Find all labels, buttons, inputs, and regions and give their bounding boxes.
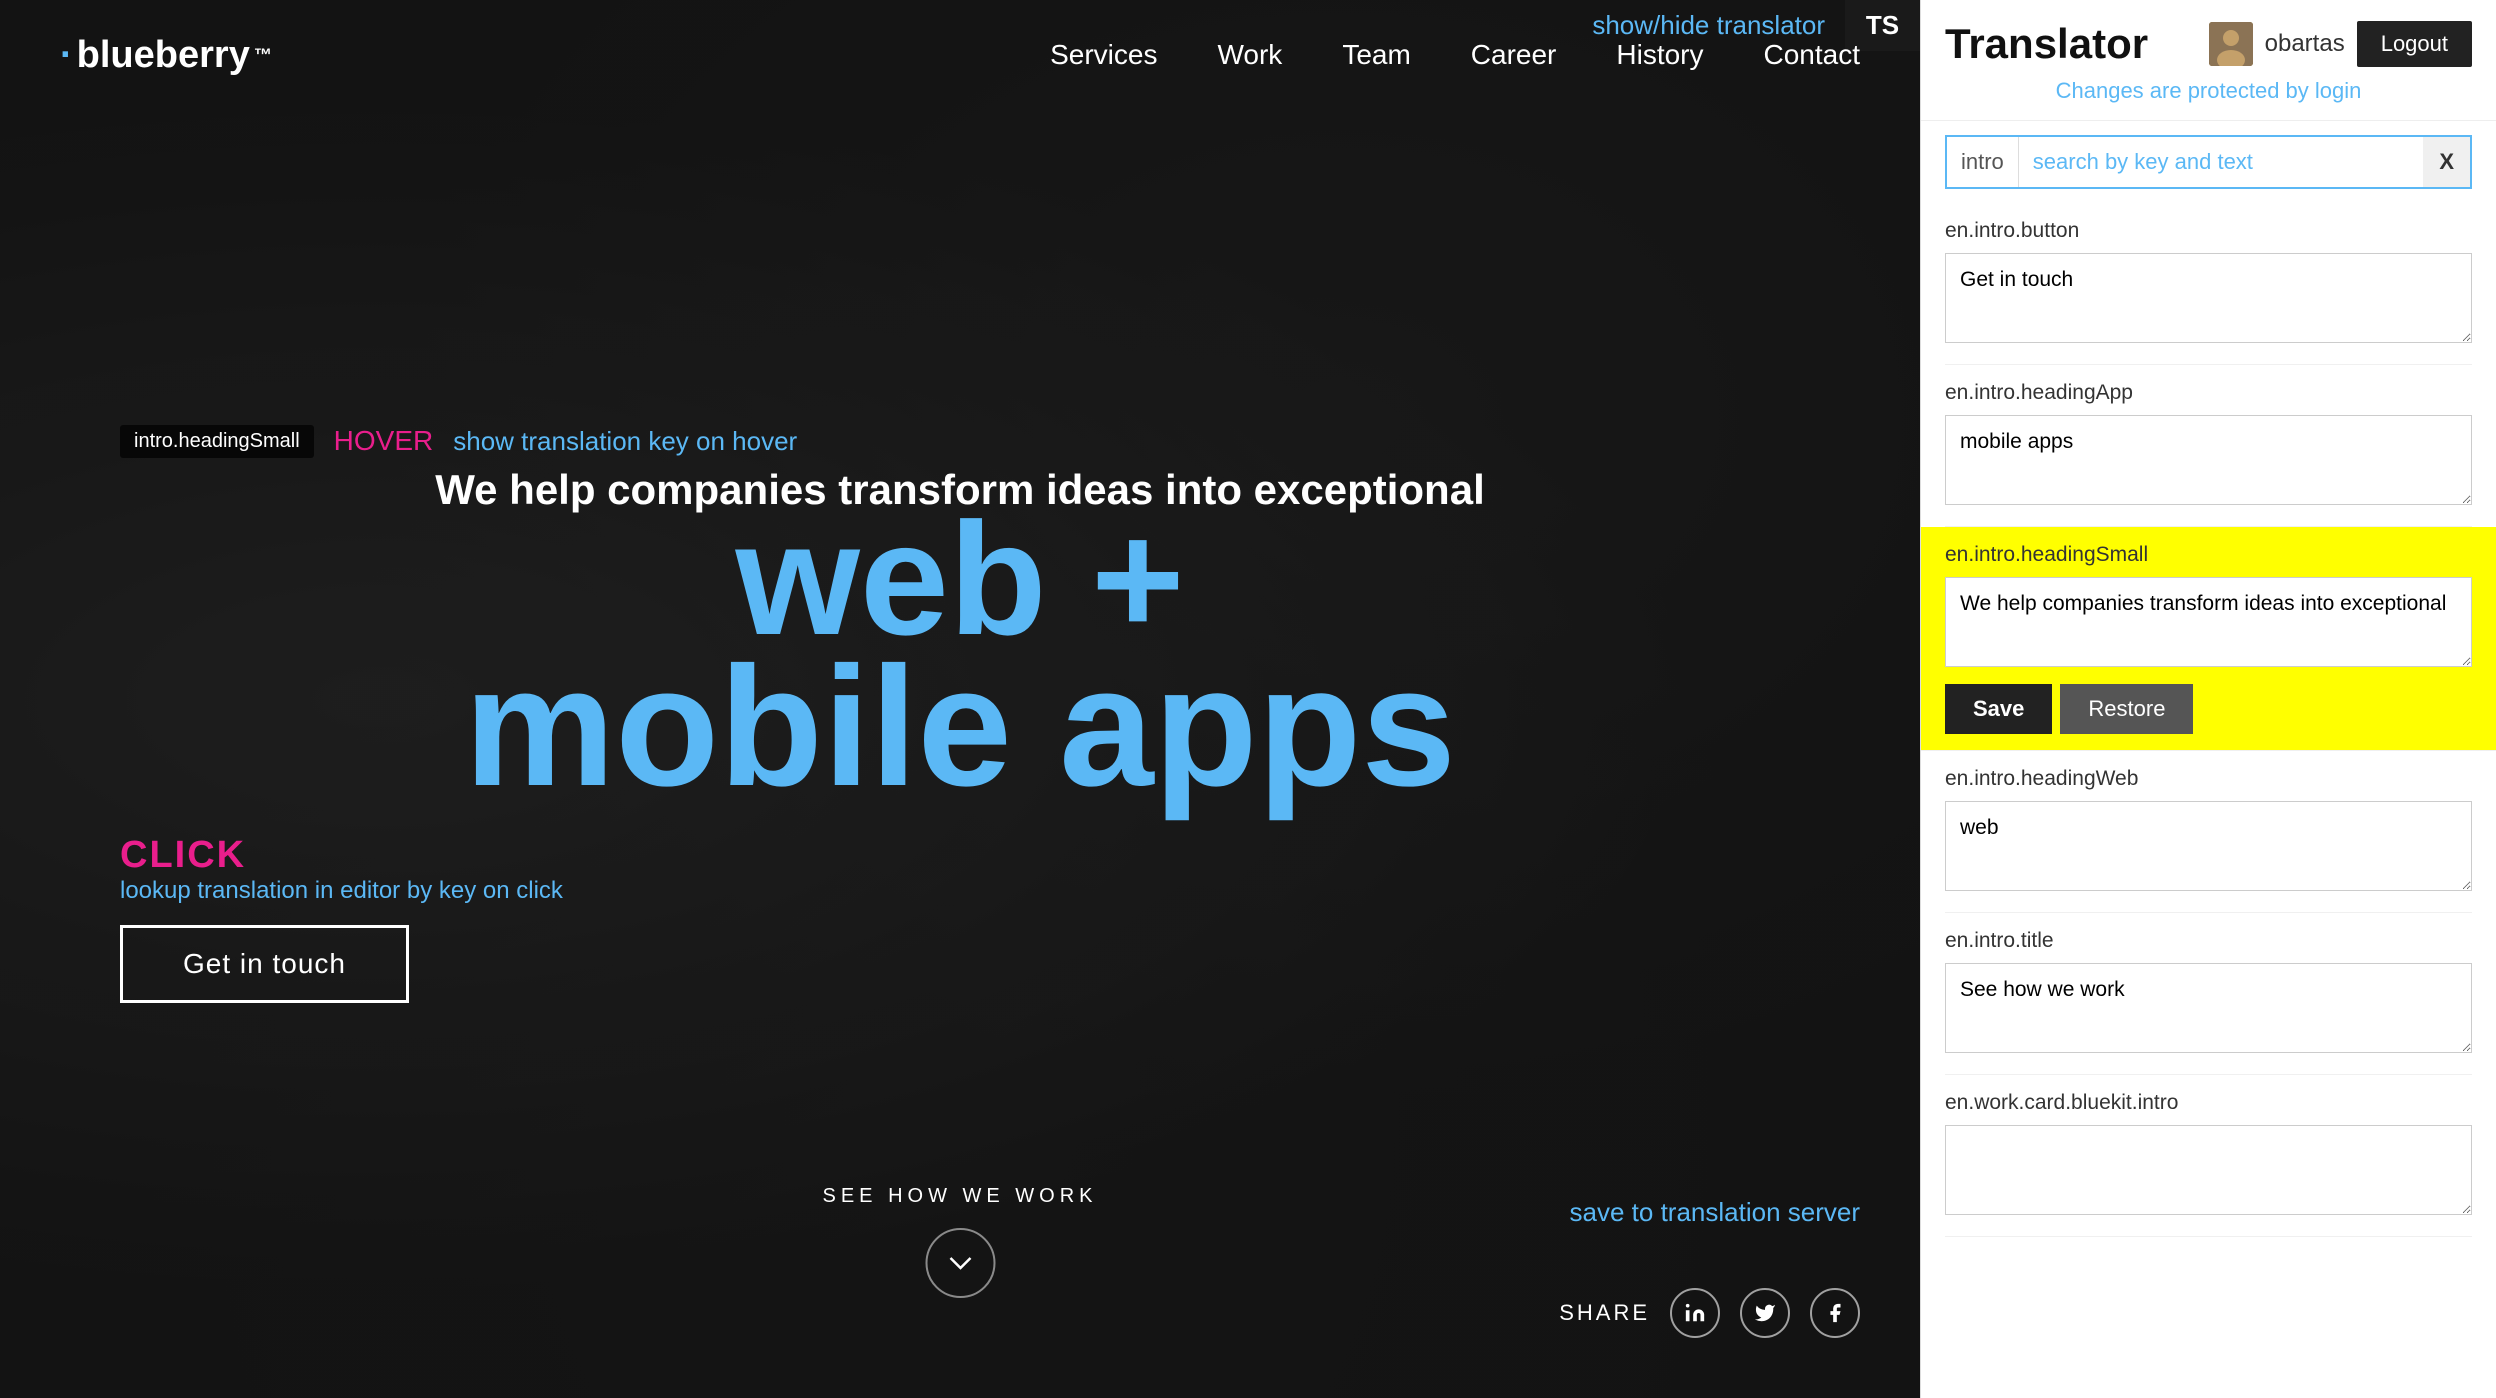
search-input[interactable] <box>2019 137 2424 187</box>
nav-services[interactable]: Services <box>1050 39 1157 70</box>
translator-panel: Translator obartas Logout Changes are pr… <box>1920 0 2496 1398</box>
entry-key-intro-title: en.intro.title <box>1945 929 2472 953</box>
username-label: obartas <box>2265 30 2345 58</box>
show-translation-key-link[interactable]: show translation key on hover <box>453 426 797 457</box>
entry-intro-title: en.intro.title See how we work <box>1945 913 2472 1075</box>
entry-key-intro-headingSmall: en.intro.headingSmall <box>1945 543 2472 567</box>
linkedin-icon[interactable] <box>1670 1288 1720 1338</box>
entry-intro-headingSmall: en.intro.headingSmall We help companies … <box>1921 527 2496 751</box>
search-clear-button[interactable]: X <box>2423 137 2470 187</box>
hero-heading: We help companies transform ideas into e… <box>435 463 1485 805</box>
entry-intro-headingApp: en.intro.headingApp mobile apps <box>1945 365 2472 527</box>
see-how-section: SEE HOW WE WORK <box>823 1185 1098 1298</box>
chevron-down-button[interactable] <box>925 1228 995 1298</box>
website-panel: show/hide translator TS ·blueberry™ Serv… <box>0 0 1920 1398</box>
see-how-text: SEE HOW WE WORK <box>823 1185 1098 1208</box>
nav-links: Services Work Team Career History Contac… <box>1050 39 1860 71</box>
facebook-icon[interactable] <box>1810 1288 1860 1338</box>
save-to-server-link[interactable]: save to translation server <box>1570 1197 1860 1228</box>
nav-contact[interactable]: Contact <box>1764 39 1861 70</box>
save-button[interactable]: Save <box>1945 684 2052 734</box>
entry-textarea-work-card-bluekit-intro[interactable] <box>1945 1125 2472 1215</box>
entry-work-card-bluekit-intro: en.work.card.bluekit.intro <box>1945 1075 2472 1237</box>
logo-tm: ™ <box>254 45 272 66</box>
key-badge: intro.headingSmall <box>120 425 314 458</box>
left-actions: CLICK lookup translation in editor by ke… <box>120 834 563 1003</box>
entry-key-intro-headingWeb: en.intro.headingWeb <box>1945 767 2472 791</box>
entry-textarea-intro-title[interactable]: See how we work <box>1945 963 2472 1053</box>
get-in-touch-button[interactable]: Get in touch <box>120 925 409 1003</box>
hover-row: intro.headingSmall HOVER show translatio… <box>120 425 797 458</box>
entry-textarea-intro-headingWeb[interactable]: web <box>1945 801 2472 891</box>
bottom-actions: CLICK lookup translation in editor by ke… <box>0 834 1920 1003</box>
entry-textarea-intro-button[interactable]: Get in touch <box>1945 253 2472 343</box>
share-label: SHARE <box>1559 1300 1650 1326</box>
nav-career[interactable]: Career <box>1471 39 1557 70</box>
translator-title: Translator <box>1945 20 2148 68</box>
twitter-icon[interactable] <box>1740 1288 1790 1338</box>
hero-mobile-text: mobile apps <box>435 651 1485 804</box>
translator-header: Translator obartas Logout Changes are pr… <box>1921 0 2496 121</box>
protected-text: Changes are protected by login <box>1945 72 2472 110</box>
translation-entries: en.intro.button Get in touch en.intro.he… <box>1921 203 2496 1237</box>
entry-key-work-card-bluekit-intro: en.work.card.bluekit.intro <box>1945 1091 2472 1115</box>
nav-history[interactable]: History <box>1616 39 1703 70</box>
entry-intro-button: en.intro.button Get in touch <box>1945 203 2472 365</box>
search-prefix: intro <box>1947 137 2019 187</box>
entry-textarea-intro-headingApp[interactable]: mobile apps <box>1945 415 2472 505</box>
logo-dot: · <box>60 34 73 77</box>
entry-textarea-intro-headingSmall[interactable]: We help companies transform ideas into e… <box>1945 577 2472 667</box>
search-bar: intro X <box>1945 135 2472 189</box>
hover-label: HOVER <box>334 425 434 457</box>
user-avatar <box>2209 22 2253 66</box>
nav-team[interactable]: Team <box>1342 39 1410 70</box>
navbar: ·blueberry™ Services Work Team Career Hi… <box>0 0 1920 110</box>
lookup-translation-link[interactable]: lookup translation in editor by key on c… <box>120 877 563 905</box>
entry-key-intro-button: en.intro.button <box>1945 219 2472 243</box>
hero-web-text: web + <box>735 507 1184 651</box>
click-label: CLICK <box>120 834 246 877</box>
share-section: SHARE <box>1559 1288 1860 1338</box>
hero-mobile-line: mobile apps <box>435 651 1485 804</box>
hero-big-line: web + <box>435 507 1485 651</box>
translator-title-row: Translator obartas Logout <box>1945 20 2472 68</box>
logout-button[interactable]: Logout <box>2357 21 2472 67</box>
user-section: obartas Logout <box>2209 21 2472 67</box>
entry-key-intro-headingApp: en.intro.headingApp <box>1945 381 2472 405</box>
logo: ·blueberry™ <box>60 34 272 77</box>
logo-text: blueberry <box>77 34 250 77</box>
restore-button[interactable]: Restore <box>2060 684 2193 734</box>
entry-intro-headingWeb: en.intro.headingWeb web <box>1945 751 2472 913</box>
action-buttons-headingSmall: Save Restore <box>1945 684 2472 734</box>
nav-work[interactable]: Work <box>1217 39 1282 70</box>
